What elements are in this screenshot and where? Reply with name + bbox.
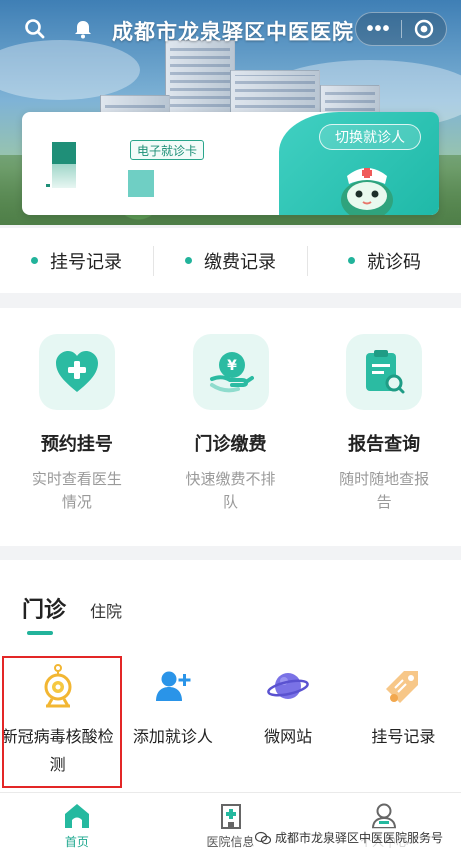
nav-home[interactable]: 首页 [0,793,154,857]
service-name: 门诊缴费 [194,434,267,454]
search-icon[interactable] [20,14,50,44]
heart-plus-icon [38,334,115,410]
service-name: 报告查询 [348,434,421,454]
bottom-nav: 首页 医院信息 个人中心 [0,792,461,857]
home-icon [62,801,92,831]
report-search-icon [346,334,423,410]
e-card-tag: 电子就诊卡 [130,140,204,160]
switch-patient-button[interactable]: 切换就诊人 [319,124,421,150]
quick-link-register-records[interactable]: 挂号记录 [0,248,153,274]
quick-links: 挂号记录 缴费记录 就诊码 [0,228,461,293]
nav-label: 首页 [64,835,89,849]
svg-text:¥: ¥ [227,358,237,374]
grid-item-label: 微网站 [264,729,313,746]
bullet-dot [31,257,38,264]
feature-grid: 新冠病毒核酸检测 添加就诊人 微网站 挂号记录 [0,652,461,792]
grid-item-covid-test[interactable]: 新冠病毒核酸检测 [0,652,115,792]
quick-link-label: 挂号记录 [50,251,122,272]
quick-link-label: 缴费记录 [204,251,276,272]
service-desc: 实时查看医生情况 [31,471,122,511]
planet-icon [266,664,310,708]
user-icon [369,801,399,831]
mini-program-capsule: ••• [355,12,447,46]
patient-card[interactable]: 电子就诊卡 切换就诊人 [22,112,439,215]
active-tab-indicator [27,631,53,635]
nav-personal-center[interactable]: 个人中心 [307,793,461,857]
tab-outpatient[interactable]: 门诊 [22,592,66,624]
hospital-icon [216,801,246,831]
nav-label: 医院信息 [206,835,255,849]
quick-link-label: 就诊码 [367,251,421,272]
quick-link-payment-records[interactable]: 缴费记录 [154,248,307,274]
page-title: 成都市龙泉驿区中医医院 [112,21,354,44]
nurse-mascot-icon [341,168,393,215]
service-name: 预约挂号 [40,434,113,454]
wechat-icon [254,831,271,844]
add-user-icon [151,664,195,708]
service-desc: 随时随地查报告 [339,471,430,511]
bullet-dot [185,257,192,264]
watermark: 成都市龙泉驿区中医医院服务号 [252,828,445,847]
grid-item-add-patient[interactable]: 添加就诊人 [115,652,230,792]
service-appointment[interactable]: 预约挂号 实时查看医生情况 [0,308,154,546]
close-button[interactable] [402,18,446,40]
service-payment[interactable]: ¥ 门诊缴费 快速缴费不排队 [154,308,308,546]
grid-item-label: 添加就诊人 [132,729,213,746]
card-code-block [46,184,50,187]
yuan-hand-icon: ¥ [192,334,269,410]
card-code-block [52,164,76,188]
ticket-icon [381,664,425,708]
card-code-block [52,142,76,164]
quick-link-visit-code[interactable]: 就诊码 [308,248,461,274]
target-icon [414,19,434,39]
grid-item-label: 新冠病毒核酸检测 [1,729,114,774]
virus-test-icon [36,664,80,708]
bullet-dot [348,257,355,264]
service-report[interactable]: 报告查询 随时随地查报告 [307,308,461,546]
grid-item-micro-site[interactable]: 微网站 [231,652,346,792]
service-desc: 快速缴费不排队 [185,471,276,511]
nav-hospital-info[interactable]: 医院信息 [154,793,308,857]
bell-icon[interactable] [68,14,98,44]
card-code-block [128,170,154,197]
outpatient-section: 门诊 住院 新冠病毒核酸检测 添加就诊人 微网站 挂号记录 [0,560,461,792]
grid-item-register-records[interactable]: 挂号记录 [346,652,461,792]
more-button[interactable]: ••• [356,18,401,41]
grid-item-label: 挂号记录 [371,729,436,746]
tab-inpatient[interactable]: 住院 [90,598,122,622]
watermark-text: 成都市龙泉驿区中医医院服务号 [274,831,443,845]
services-panel: 预约挂号 实时查看医生情况 ¥ 门诊缴费 快速缴费不排队 报告查询 随时随地查报… [0,308,461,546]
top-bar: 成都市龙泉驿区中医医院 ••• [0,0,461,60]
